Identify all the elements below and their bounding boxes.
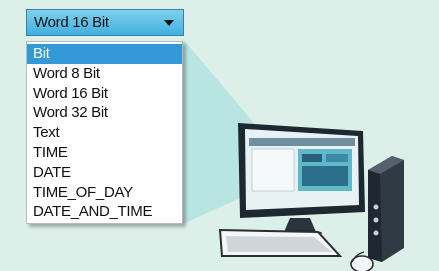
pc-tower-icon	[368, 156, 404, 262]
dropdown-option[interactable]: TIME_OF_DAY	[27, 183, 182, 203]
dropdown-selected-value: Word 16 Bit	[34, 14, 109, 31]
dropdown-option[interactable]: Word 8 Bit	[27, 64, 182, 84]
dropdown-option[interactable]: Word 16 Bit	[27, 84, 182, 104]
dropdown-options-list[interactable]: Bit Word 8 Bit Word 16 Bit Word 32 Bit Text T…	[26, 41, 183, 224]
keyboard-icon	[218, 228, 343, 257]
dropdown-option[interactable]: Text	[27, 123, 182, 143]
data-type-dropdown[interactable]: Word 16 Bit	[26, 9, 184, 36]
dropdown-option[interactable]: Bit	[27, 44, 182, 64]
computer-monitor-icon	[238, 123, 365, 236]
dropdown-option[interactable]: TIME	[27, 143, 182, 163]
dropdown-option[interactable]: Word 32 Bit	[27, 103, 182, 123]
dropdown-option[interactable]: DATE_AND_TIME	[27, 202, 182, 222]
chevron-down-icon[interactable]	[164, 20, 174, 26]
dropdown-option[interactable]: DATE	[27, 163, 182, 183]
